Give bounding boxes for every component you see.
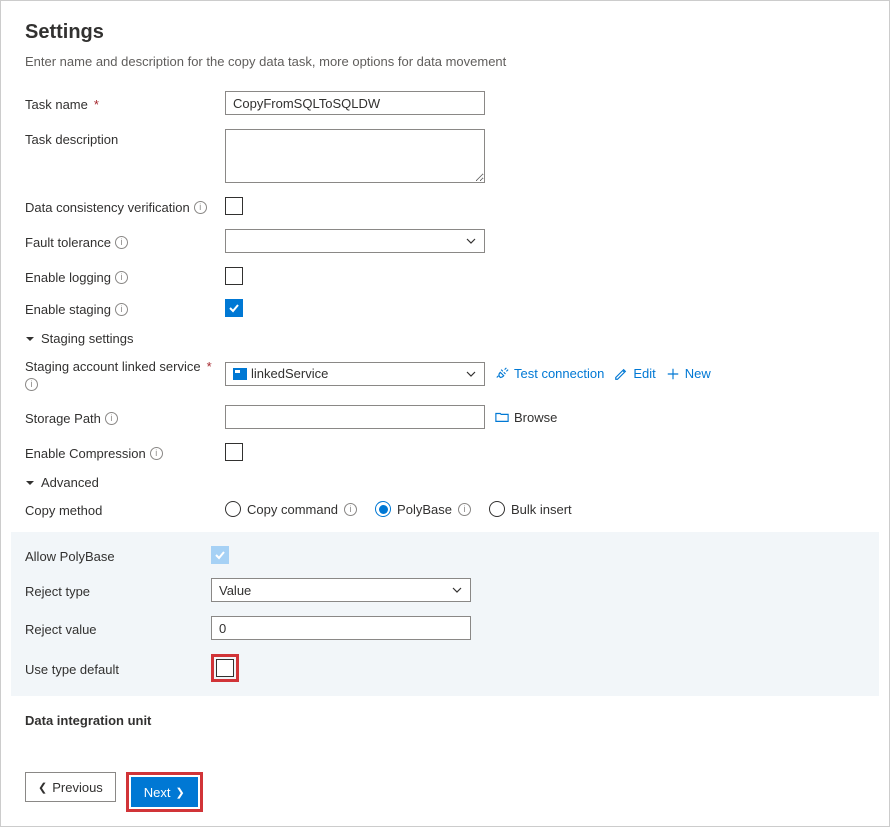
- page-subtitle: Enter name and description for the copy …: [25, 54, 865, 69]
- label-data-consistency: Data consistency verification: [25, 200, 190, 215]
- row-enable-compression: Enable Compression i: [25, 443, 865, 461]
- info-icon[interactable]: i: [344, 503, 357, 516]
- polybase-radio[interactable]: [375, 501, 391, 517]
- row-fault-tolerance: Fault tolerance i: [25, 229, 865, 253]
- label-task-name: Task name: [25, 97, 88, 112]
- label-reject-value: Reject value: [25, 622, 97, 637]
- footer: ❮ Previous Next ❯: [25, 765, 865, 812]
- advanced-toggle[interactable]: Advanced: [25, 475, 865, 490]
- bulk-insert-radio[interactable]: [489, 501, 505, 517]
- row-task-name: Task name *: [25, 91, 865, 115]
- info-icon[interactable]: i: [115, 303, 128, 316]
- polybase-panel: Allow PolyBase Reject type Value Reject: [11, 532, 879, 696]
- chevron-down-icon: [451, 584, 463, 596]
- label-allow-polybase: Allow PolyBase: [25, 549, 115, 564]
- label-enable-logging: Enable logging: [25, 270, 111, 285]
- staging-linked-service-value: linkedService: [251, 366, 328, 381]
- fault-tolerance-select[interactable]: [225, 229, 485, 253]
- info-icon[interactable]: i: [115, 271, 128, 284]
- settings-page: Settings Enter name and description for …: [0, 0, 890, 827]
- label-use-type-default: Use type default: [25, 662, 119, 677]
- copy-command-label: Copy command: [247, 502, 338, 517]
- row-storage-path: Storage Path i Browse: [25, 405, 865, 429]
- label-data-integration-unit: Data integration unit: [25, 713, 151, 728]
- polybase-label: PolyBase: [397, 502, 452, 517]
- reject-type-value: Value: [219, 583, 251, 598]
- enable-compression-checkbox[interactable]: [225, 443, 243, 461]
- bulk-insert-label: Bulk insert: [511, 502, 572, 517]
- page-title: Settings: [25, 21, 865, 44]
- label-task-description: Task description: [25, 132, 118, 147]
- required-marker: *: [94, 97, 99, 112]
- reject-type-select[interactable]: Value: [211, 578, 471, 602]
- row-enable-staging: Enable staging i: [25, 299, 865, 317]
- service-icon: [233, 368, 247, 380]
- row-task-description: Task description: [25, 129, 865, 183]
- chevron-left-icon: ❮: [38, 781, 47, 794]
- task-description-input[interactable]: [225, 129, 485, 183]
- chevron-down-icon: [465, 235, 477, 247]
- reject-value-input[interactable]: [211, 616, 471, 640]
- allow-polybase-checkbox: [211, 546, 229, 564]
- info-icon[interactable]: i: [150, 447, 163, 460]
- row-staging-linked-service: Staging account linked service * i linke…: [25, 356, 865, 391]
- chevron-right-icon: ❯: [176, 786, 185, 799]
- test-connection-button[interactable]: Test connection: [495, 366, 604, 381]
- staging-linked-service-select[interactable]: linkedService: [225, 362, 485, 386]
- label-fault-tolerance: Fault tolerance: [25, 235, 111, 250]
- info-icon[interactable]: i: [115, 236, 128, 249]
- info-icon[interactable]: i: [194, 201, 207, 214]
- row-copy-method: Copy method Copy command i PolyBase i Bu…: [25, 500, 865, 518]
- caret-down-icon: [25, 334, 35, 344]
- chevron-down-icon: [465, 368, 477, 380]
- enable-staging-checkbox[interactable]: [225, 299, 243, 317]
- info-icon[interactable]: i: [25, 378, 38, 391]
- label-enable-staging: Enable staging: [25, 302, 111, 317]
- copy-command-radio[interactable]: [225, 501, 241, 517]
- plus-icon: [666, 367, 680, 381]
- next-button-highlight: Next ❯: [126, 772, 203, 812]
- edit-button[interactable]: Edit: [614, 366, 655, 381]
- task-name-input[interactable]: [225, 91, 485, 115]
- new-button[interactable]: New: [666, 366, 711, 381]
- label-enable-compression: Enable Compression: [25, 446, 146, 461]
- required-marker: *: [207, 359, 212, 374]
- info-icon[interactable]: i: [105, 412, 118, 425]
- row-data-consistency: Data consistency verification i: [25, 197, 865, 215]
- folder-icon: [495, 410, 509, 424]
- row-enable-logging: Enable logging i: [25, 267, 865, 285]
- label-advanced: Advanced: [41, 475, 99, 490]
- info-icon[interactable]: i: [458, 503, 471, 516]
- copy-method-radio-group: Copy command i PolyBase i Bulk insert: [225, 501, 572, 517]
- caret-down-icon: [25, 478, 35, 488]
- use-type-default-highlight: [211, 654, 239, 682]
- storage-path-input[interactable]: [225, 405, 485, 429]
- pencil-icon: [614, 367, 628, 381]
- label-staging-settings: Staging settings: [41, 331, 134, 346]
- label-copy-method: Copy method: [25, 503, 102, 518]
- plug-icon: [495, 367, 509, 381]
- next-button[interactable]: Next ❯: [131, 777, 198, 807]
- browse-button[interactable]: Browse: [495, 410, 557, 425]
- row-data-integration-unit: Data integration unit: [25, 710, 865, 728]
- staging-settings-toggle[interactable]: Staging settings: [25, 331, 865, 346]
- use-type-default-checkbox[interactable]: [216, 659, 234, 677]
- data-consistency-checkbox[interactable]: [225, 197, 243, 215]
- label-reject-type: Reject type: [25, 584, 90, 599]
- previous-button[interactable]: ❮ Previous: [25, 772, 116, 802]
- label-staging-linked-service: Staging account linked service: [25, 359, 201, 374]
- enable-logging-checkbox[interactable]: [225, 267, 243, 285]
- label-storage-path: Storage Path: [25, 411, 101, 426]
